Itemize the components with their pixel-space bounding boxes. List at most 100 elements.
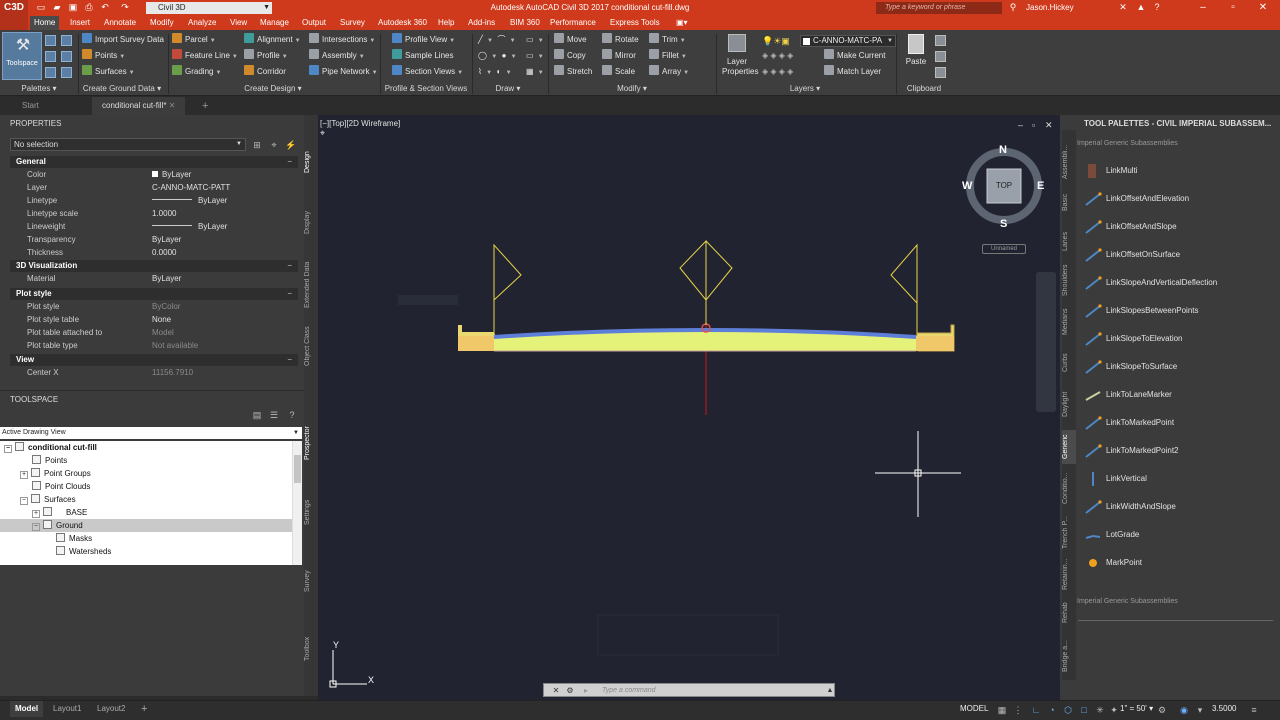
- palette-tab[interactable]: Curbs: [1062, 346, 1076, 380]
- compass-west[interactable]: W: [962, 180, 972, 192]
- profile-section-title[interactable]: Profile & Section Views: [380, 82, 472, 96]
- parcel-button[interactable]: Parcel ▼: [172, 33, 216, 47]
- paste-button[interactable]: Paste: [902, 34, 930, 82]
- palette-item[interactable]: LinkSlopeToSurface: [1080, 354, 1276, 380]
- tree-node-watersheds[interactable]: Watersheds: [0, 545, 302, 558]
- tab-view[interactable]: View: [226, 16, 251, 30]
- tab-settings[interactable]: Settings: [304, 494, 318, 530]
- palette-item[interactable]: MarkPoint: [1080, 550, 1276, 576]
- tool-palettes-icon[interactable]: [61, 67, 72, 78]
- tab-bim-360[interactable]: BIM 360: [506, 16, 544, 30]
- surfaces-button[interactable]: Surfaces ▼: [82, 65, 135, 79]
- pipe-network-button[interactable]: Pipe Network ▼: [309, 65, 378, 79]
- palette-tab[interactable]: Generic: [1062, 430, 1076, 464]
- palette-tab[interactable]: Bridge a...: [1062, 634, 1076, 678]
- tab-survey[interactable]: Survey: [336, 16, 369, 30]
- palette-tab[interactable]: Assembli...: [1062, 142, 1076, 182]
- close-icon[interactable]: ✕: [1248, 0, 1278, 16]
- exchange-icon[interactable]: ✕: [1118, 2, 1128, 12]
- palette-tab[interactable]: Retainin...: [1062, 556, 1076, 592]
- circle-tool[interactable]: ◯ ▼ ● ▼: [478, 49, 517, 63]
- compass-east[interactable]: E: [1037, 180, 1044, 192]
- palette-tab[interactable]: Daylight: [1062, 384, 1076, 424]
- model-space-toggle[interactable]: MODEL: [960, 701, 988, 717]
- quick-select-icon[interactable]: ⚡: [285, 139, 297, 151]
- stretch-button[interactable]: Stretch: [554, 65, 592, 79]
- palette-tab[interactable]: Shoulders: [1062, 262, 1076, 298]
- layer-tools-row1[interactable]: ◈ ◈ ◈ ◈: [762, 49, 793, 63]
- profile-view-button[interactable]: Profile View ▼: [392, 33, 455, 47]
- palette-item[interactable]: LinkToMarkedPoint2: [1080, 438, 1276, 464]
- ucs-menu[interactable]: Unnamed: [982, 244, 1026, 254]
- array-button[interactable]: Array ▼: [649, 65, 689, 79]
- tree-node-base[interactable]: + BASE: [0, 506, 302, 519]
- palette-item[interactable]: LotGrade: [1080, 522, 1276, 548]
- redo-icon[interactable]: ↷: [120, 2, 130, 12]
- tab-analyze[interactable]: Analyze: [184, 16, 220, 30]
- palette-tab[interactable]: Medians: [1062, 302, 1076, 342]
- drawing-tab[interactable]: conditional cut-fill* ✕: [92, 97, 186, 115]
- prop-value-linetype[interactable]: ByLayer: [152, 195, 227, 207]
- tree-node-drawing[interactable]: − conditional cut-fill: [0, 441, 302, 454]
- tab-survey[interactable]: Survey: [304, 566, 318, 596]
- create-design-title[interactable]: Create Design ▾: [168, 82, 378, 96]
- palette-tab[interactable]: Basic: [1062, 184, 1076, 220]
- prop-value-layer[interactable]: C-ANNO-MATC-PATT: [152, 182, 230, 194]
- user-account[interactable]: Jason.Hickey: [1026, 0, 1074, 16]
- layer-state-icons[interactable]: 💡☀▣: [762, 34, 790, 48]
- tree-node-masks[interactable]: Masks: [0, 532, 302, 545]
- pickadd-icon[interactable]: ⊞: [251, 139, 263, 151]
- points-button[interactable]: Points ▼: [82, 49, 125, 63]
- prop-value-transparency[interactable]: ByLayer: [152, 234, 181, 246]
- workspace-select[interactable]: Civil 3D ▼: [146, 2, 272, 14]
- elevation-value[interactable]: 3.5000: [1212, 701, 1236, 717]
- view-select[interactable]: Active Drawing View ▼: [0, 427, 302, 439]
- tab-model[interactable]: Model: [10, 701, 44, 717]
- draw-panel-title[interactable]: Draw ▾: [472, 82, 544, 96]
- help-search-input[interactable]: Type a keyword or phrase: [876, 2, 1002, 14]
- fillet-button[interactable]: Fillet ▼: [649, 49, 687, 63]
- collapse-icon[interactable]: −: [20, 497, 28, 505]
- settings-icon[interactable]: [61, 35, 72, 46]
- properties-palette-icon[interactable]: [45, 67, 56, 78]
- section-views-button[interactable]: Section Views ▼: [392, 65, 463, 79]
- workspace-gear-icon[interactable]: ⚙: [1156, 704, 1168, 716]
- prop-value-linetype-scale[interactable]: 1.0000: [152, 208, 176, 220]
- annotation-scale[interactable]: 1" = 50' ▾: [1120, 701, 1153, 717]
- help-icon[interactable]: ?: [286, 409, 298, 421]
- start-tab[interactable]: Start: [12, 97, 49, 115]
- tab-annotate[interactable]: Annotate: [100, 16, 140, 30]
- settings-icon[interactable]: ▾: [1194, 704, 1206, 716]
- prop-value-lineweight[interactable]: ByLayer: [152, 221, 227, 233]
- modify-panel-title[interactable]: Modify ▾: [548, 82, 716, 96]
- palette-item[interactable]: LinkToMarkedPoint: [1080, 410, 1276, 436]
- palette-item[interactable]: LinkOffsetAndSlope: [1080, 214, 1276, 240]
- palette-tab[interactable]: Lanes: [1062, 224, 1076, 258]
- tab-autodesk-360[interactable]: Autodesk 360: [374, 16, 431, 30]
- palette-item[interactable]: LinkMulti: [1080, 158, 1276, 184]
- layers-panel-title[interactable]: Layers ▾: [716, 82, 894, 96]
- tab-object-class[interactable]: Object Class: [304, 321, 318, 371]
- minimize-icon[interactable]: –: [1188, 0, 1218, 16]
- tab-help[interactable]: Help: [434, 16, 458, 30]
- prop-value-plot-style-table[interactable]: None: [152, 314, 171, 326]
- match-layer-button[interactable]: Match Layer: [824, 65, 881, 79]
- undo-icon[interactable]: ↶: [100, 2, 110, 12]
- group-view[interactable]: View −: [10, 354, 298, 366]
- maximize-icon[interactable]: ▫: [1218, 0, 1248, 16]
- palette-item[interactable]: LinkSlopeToElevation: [1080, 326, 1276, 352]
- import-survey-data-button[interactable]: Import Survey Data: [82, 33, 164, 47]
- annotation-visibility-icon[interactable]: ✳: [1094, 704, 1106, 716]
- isodraft-icon[interactable]: ⬡: [1062, 704, 1074, 716]
- trim-button[interactable]: Trim ▼: [649, 33, 686, 47]
- layer-select[interactable]: C-ANNO-MATC-PA ▼: [800, 35, 896, 47]
- add-layout-button[interactable]: +: [136, 701, 152, 717]
- prop-value-thickness[interactable]: 0.0000: [152, 247, 176, 259]
- palette-tab[interactable]: Conditio...: [1062, 468, 1076, 508]
- toolbox-icon[interactable]: [61, 51, 72, 62]
- tab-insert[interactable]: Insert: [66, 16, 94, 30]
- group-general[interactable]: General −: [10, 156, 298, 168]
- new-tab-button[interactable]: +: [192, 97, 218, 115]
- match-prop-icon[interactable]: [935, 67, 946, 78]
- tab-prospector[interactable]: Prospector: [304, 418, 318, 468]
